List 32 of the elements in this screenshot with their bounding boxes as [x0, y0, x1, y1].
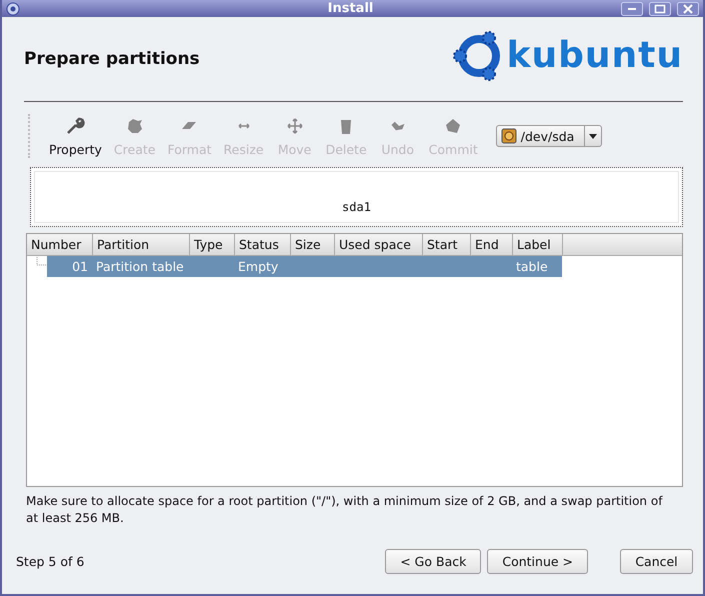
- continue-button[interactable]: Continue >: [487, 549, 588, 574]
- back-button[interactable]: < Go Back: [385, 549, 482, 574]
- window-title: Install: [326, 1, 374, 16]
- column-header[interactable]: Size: [291, 234, 335, 255]
- cancel-button[interactable]: Cancel: [620, 549, 693, 574]
- app-icon: [6, 2, 20, 16]
- resize-arrows-icon: [238, 122, 250, 128]
- column-header[interactable]: Number: [27, 234, 93, 255]
- column-header[interactable]: Used space: [335, 234, 423, 255]
- column-header[interactable]: Label: [513, 234, 563, 255]
- logo-text: kubuntu: [506, 38, 683, 74]
- tool-button[interactable]: Property: [43, 116, 108, 156]
- table-cell-text: Empty: [237, 259, 280, 274]
- column-header[interactable]: Partition: [93, 234, 190, 255]
- close-icon[interactable]: [677, 2, 699, 16]
- minimize-icon[interactable]: [621, 2, 643, 16]
- dropdown-arrow-icon: [589, 134, 598, 138]
- wrench-icon: [65, 116, 86, 136]
- table-cell-text: 01: [71, 259, 89, 274]
- column-header[interactable]: Type: [190, 234, 235, 255]
- column-header[interactable]: Start: [423, 234, 471, 255]
- partition-note: Make sure to allocate space for a root partition ("/"), with a minimum size of 2 GB, and a swap partition of at least 256 MB.: [26, 493, 663, 527]
- partition-label: sda1: [342, 200, 371, 214]
- step-indicator: Step 5 of 6: [16, 554, 84, 569]
- maximize-icon[interactable]: [649, 2, 671, 16]
- table-cell-text: table: [515, 259, 549, 274]
- table-cell-text: Partition table: [95, 259, 185, 274]
- page-title: Prepare partitions: [24, 49, 200, 69]
- column-header[interactable]: End: [471, 234, 513, 255]
- column-header[interactable]: Status: [235, 234, 291, 255]
- device-dropdown[interactable]: /dev/sda: [496, 125, 602, 147]
- move-arrows-icon: [284, 116, 305, 136]
